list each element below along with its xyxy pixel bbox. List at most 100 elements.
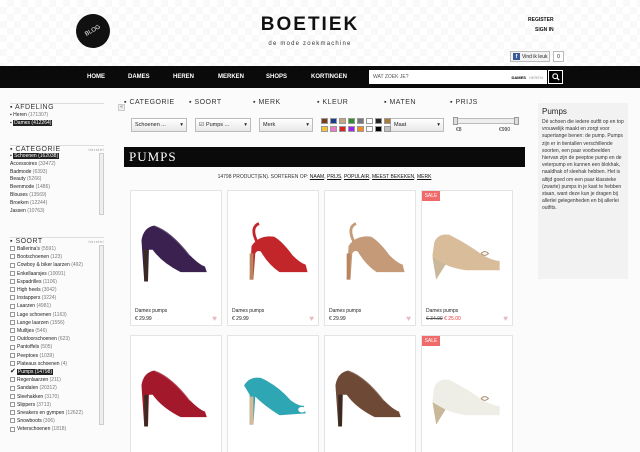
categorie-item[interactable]: Jassen (10763): [10, 208, 104, 216]
color-swatch[interactable]: [339, 126, 346, 132]
color-swatch[interactable]: [384, 126, 391, 132]
categorie-item[interactable]: Badmode (6393): [10, 169, 104, 177]
checkbox[interactable]: [10, 328, 15, 334]
checkbox[interactable]: [10, 336, 15, 342]
checkbox[interactable]: [10, 426, 15, 432]
color-swatch[interactable]: [375, 118, 382, 124]
product-card[interactable]: SALE: [421, 335, 513, 452]
checkbox[interactable]: [10, 352, 15, 358]
search-option-dames[interactable]: DAMES: [512, 75, 526, 80]
soort-item[interactable]: Bootschoenen (123): [10, 253, 104, 261]
categorie-reset-link[interactable]: herstel: [88, 147, 104, 152]
soort-scrollbar[interactable]: [99, 245, 104, 425]
product-image[interactable]: [425, 194, 509, 298]
heart-icon[interactable]: ♥: [503, 314, 508, 323]
nav-shops[interactable]: SHOPS: [266, 66, 287, 88]
color-swatch[interactable]: [339, 118, 346, 124]
product-image[interactable]: [328, 194, 412, 298]
soort-item[interactable]: Pantoffels (505): [10, 343, 104, 351]
heart-icon[interactable]: ♥: [309, 314, 314, 323]
search-input[interactable]: WAT ZOEK JE? DAMES HEREN: [369, 70, 547, 84]
soort-item[interactable]: Veterschoenen (1818): [10, 425, 104, 433]
price-slider-min-handle[interactable]: [453, 117, 458, 125]
categorie-select[interactable]: Schoenen ... ▾: [131, 118, 187, 132]
soort-select[interactable]: ☑ Pumps ... ▾: [195, 118, 251, 132]
color-swatch[interactable]: [348, 126, 355, 132]
color-swatch[interactable]: [384, 118, 391, 124]
checkbox[interactable]: [10, 246, 15, 252]
soort-item[interactable]: Lange laarzen (1556): [10, 319, 104, 327]
search-option-heren[interactable]: HEREN: [529, 75, 543, 80]
categorie-item[interactable]: Accessoires (33472): [10, 161, 104, 169]
color-swatch[interactable]: [330, 118, 337, 124]
nav-kortingen[interactable]: KORTINGEN: [311, 66, 347, 88]
soort-item[interactable]: Outdoorschoenen (623): [10, 335, 104, 343]
color-swatch[interactable]: [348, 118, 355, 124]
afdeling-item-heren[interactable]: ▪ Heren (171307): [10, 112, 104, 120]
categorie-item-schoenen[interactable]: ▪ Schoenen (162038): [10, 153, 104, 161]
product-image[interactable]: [425, 339, 509, 443]
checkbox[interactable]: [10, 385, 15, 391]
soort-item[interactable]: Sandalen (20312): [10, 384, 104, 392]
price-slider-max-handle[interactable]: [514, 117, 519, 125]
merk-select[interactable]: Merk ▾: [259, 118, 313, 132]
soort-item-pumps[interactable]: ✔ Pumps (14798): [10, 368, 104, 376]
checkbox[interactable]: [10, 303, 15, 309]
product-image[interactable]: [328, 339, 412, 443]
product-image[interactable]: [134, 194, 218, 298]
maat-select[interactable]: Maat ▾: [390, 118, 444, 132]
product-image[interactable]: [231, 339, 315, 443]
soort-item[interactable]: Laarzen (4981): [10, 302, 104, 310]
soort-item[interactable]: Slippers (3713): [10, 401, 104, 409]
categorie-scrollbar[interactable]: [99, 153, 104, 215]
afdeling-item-dames[interactable]: ▪ Dames (412264): [10, 119, 104, 128]
nav-heren[interactable]: HEREN: [173, 66, 194, 88]
nav-home[interactable]: HOME: [87, 66, 105, 88]
color-swatch[interactable]: [375, 126, 382, 132]
color-swatch[interactable]: [366, 118, 373, 124]
checkbox[interactable]: [10, 295, 15, 301]
sort-by-meest-bekeken[interactable]: MEEST BEKEKEN: [372, 174, 414, 180]
product-name[interactable]: Dames pumps: [426, 308, 458, 314]
categorie-item[interactable]: Blouses (13569): [10, 192, 104, 200]
product-card[interactable]: [130, 335, 222, 452]
product-name[interactable]: Dames pumps: [135, 308, 167, 314]
product-image[interactable]: [231, 194, 315, 298]
soort-item[interactable]: Regenlaarzen (211): [10, 376, 104, 384]
product-name[interactable]: Dames pumps: [232, 308, 264, 314]
checkbox[interactable]: [10, 410, 15, 416]
product-card[interactable]: [227, 335, 319, 452]
checkbox[interactable]: [10, 361, 15, 367]
checkbox[interactable]: [10, 393, 15, 399]
soort-item[interactable]: Muiltjes (546): [10, 327, 104, 335]
color-swatch[interactable]: [357, 118, 364, 124]
soort-item[interactable]: Ballerina's (5591): [10, 245, 104, 253]
checkbox[interactable]: [10, 311, 15, 317]
product-card[interactable]: Dames pumps € 29.99 ♥: [227, 190, 319, 326]
checkbox[interactable]: [10, 418, 15, 424]
color-swatch[interactable]: [357, 126, 364, 132]
categorie-item[interactable]: Broeken (12244): [10, 200, 104, 208]
soort-item[interactable]: Lage schoenen (1163): [10, 311, 104, 319]
soort-item[interactable]: Espadrilles (1106): [10, 278, 104, 286]
color-swatch[interactable]: [321, 126, 328, 132]
heart-icon[interactable]: ♥: [212, 314, 217, 323]
soort-item[interactable]: High heels (3042): [10, 286, 104, 294]
soort-item[interactable]: Instappers (3224): [10, 294, 104, 302]
checkbox[interactable]: [10, 402, 15, 408]
soort-item[interactable]: Sneakers en gympen (12622): [10, 409, 104, 417]
checkbox[interactable]: [10, 254, 15, 260]
color-swatch[interactable]: [366, 126, 373, 132]
soort-item[interactable]: Peeptoes (1039): [10, 352, 104, 360]
sort-by-merk[interactable]: MERK: [417, 174, 431, 180]
site-logo[interactable]: BOETIEK: [255, 14, 365, 36]
heart-icon[interactable]: ♥: [406, 314, 411, 323]
product-card[interactable]: SALE Dames pumps € 34.99 € 25.00 ♥: [421, 190, 513, 326]
sort-by-populair[interactable]: POPULAIR: [344, 174, 369, 180]
categorie-item[interactable]: Beenmode (1486): [10, 184, 104, 192]
soort-reset-link[interactable]: herstel: [88, 239, 104, 244]
checkbox[interactable]: [10, 320, 15, 325]
soort-item[interactable]: Plateaus schoenen (4): [10, 360, 104, 368]
checkbox[interactable]: [10, 344, 15, 350]
soort-item[interactable]: Sleehakken (3170): [10, 393, 104, 401]
